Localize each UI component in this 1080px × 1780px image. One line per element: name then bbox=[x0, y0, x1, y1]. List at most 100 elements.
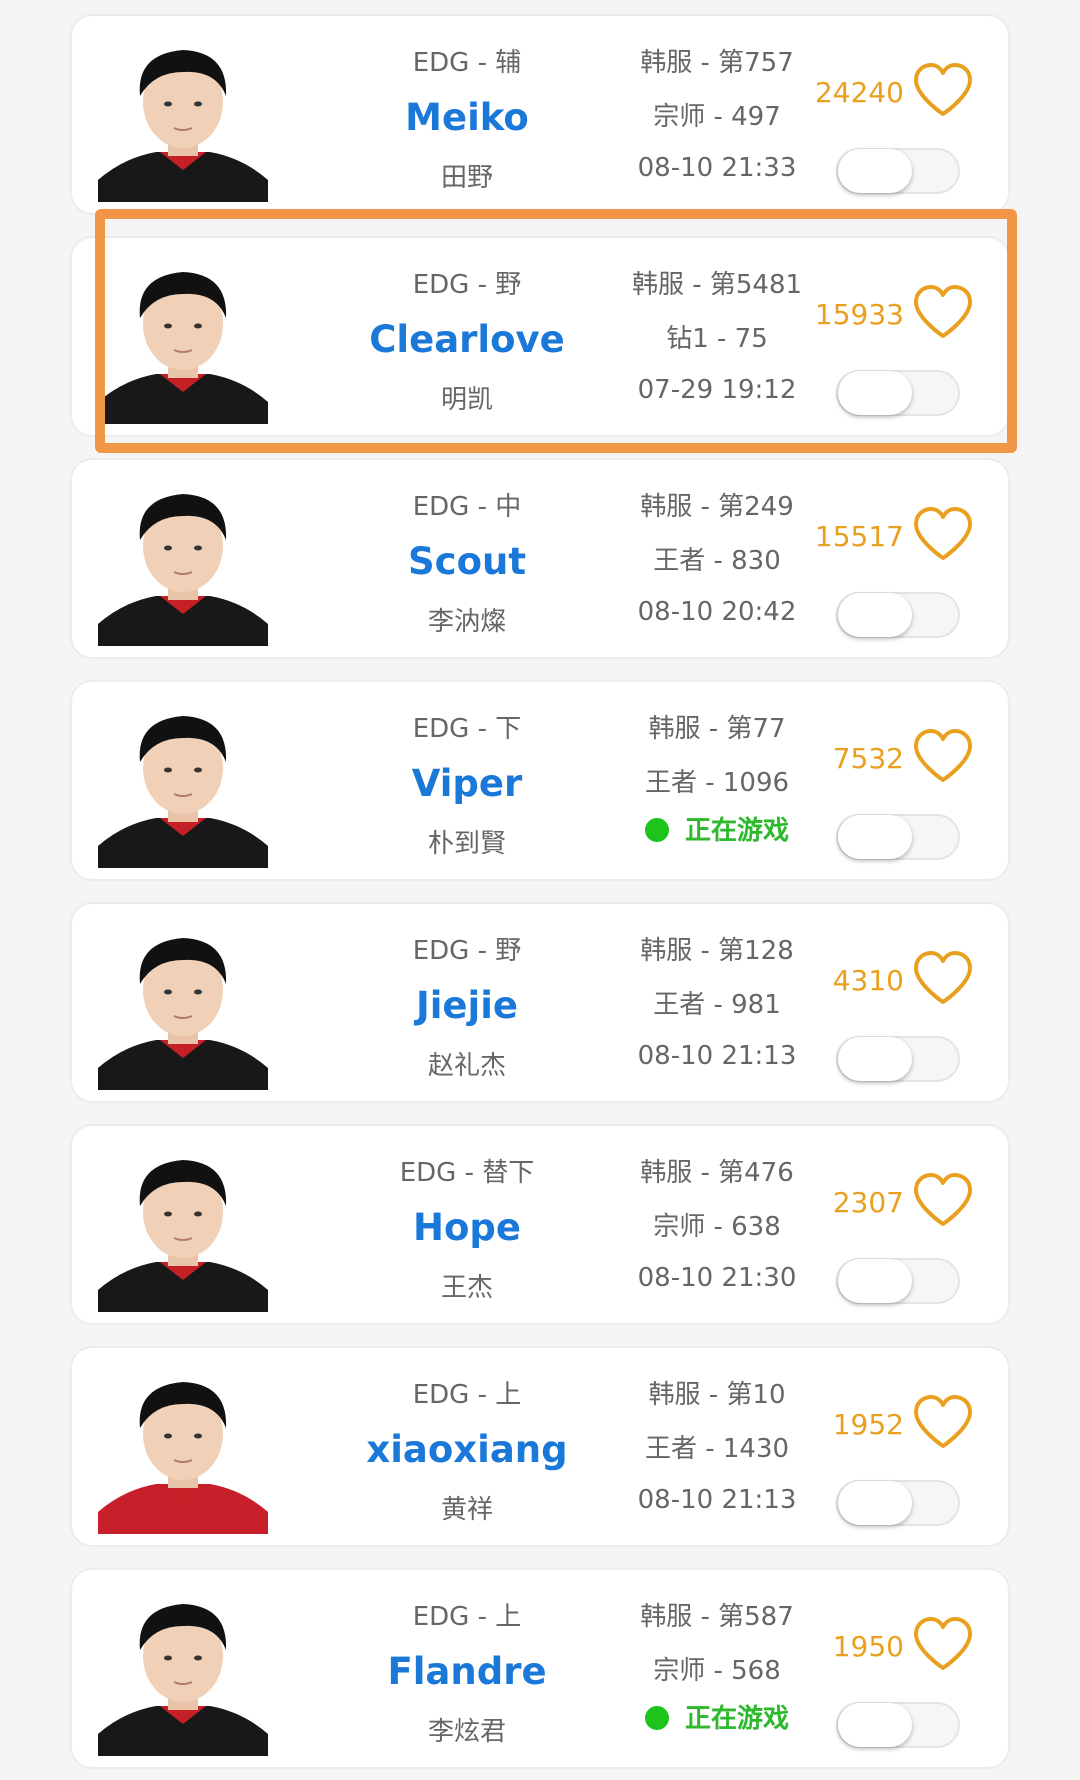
last-game-time: 08-10 21:13 bbox=[637, 1485, 797, 1515]
likes: 4310 bbox=[812, 950, 992, 1010]
player-card: EDG - 中 Scout 李汭燦 韩服 - 第249 王者 - 830 08-10 20… bbox=[70, 458, 1010, 659]
server-rank: 韩服 - 第77 bbox=[648, 714, 786, 744]
player-card: EDG - 上 Flandre 李炫君 韩服 - 第587 宗师 - 568 正在游戏 19… bbox=[70, 1568, 1010, 1769]
tier-points: 王者 - 1096 bbox=[644, 768, 790, 798]
player-card: EDG - 上 xiaoxiang 黄祥 韩服 - 第10 王者 - 1430 08-10… bbox=[70, 1346, 1010, 1547]
player-nickname[interactable]: Viper bbox=[342, 762, 592, 805]
subscribe-toggle[interactable] bbox=[836, 148, 960, 194]
heart-icon[interactable] bbox=[912, 728, 974, 784]
player-info: EDG - 下 Viper 朴到賢 bbox=[342, 682, 592, 879]
player-info: EDG - 替下 Hope 王杰 bbox=[342, 1126, 592, 1323]
heart-icon[interactable] bbox=[912, 950, 974, 1006]
heart-icon[interactable] bbox=[912, 1394, 974, 1450]
subscribe-toggle[interactable] bbox=[836, 592, 960, 638]
player-card: EDG - 野 Jiejie 赵礼杰 韩服 - 第128 王者 - 981 08-10 2… bbox=[70, 902, 1010, 1103]
likes: 2307 bbox=[812, 1172, 992, 1232]
subscribe-toggle[interactable] bbox=[836, 1036, 960, 1082]
player-realname: 明凯 bbox=[440, 385, 493, 415]
player-avatar bbox=[98, 30, 268, 202]
heart-icon[interactable] bbox=[912, 62, 974, 118]
subscribe-toggle[interactable] bbox=[836, 370, 960, 416]
like-count: 15517 bbox=[814, 520, 904, 553]
player-stats: 韩服 - 第757 宗师 - 497 08-10 21:33 bbox=[592, 16, 842, 213]
server-rank: 韩服 - 第10 bbox=[648, 1380, 786, 1410]
live-dot-icon bbox=[644, 1706, 669, 1730]
team-role: EDG - 中 bbox=[412, 492, 522, 522]
player-info: EDG - 中 Scout 李汭燦 bbox=[342, 460, 592, 657]
player-avatar bbox=[98, 918, 268, 1090]
last-game-time: 07-29 19:12 bbox=[637, 375, 797, 405]
live-label: 正在游戏 bbox=[684, 1704, 789, 1734]
server-rank: 韩服 - 第128 bbox=[640, 936, 794, 966]
like-count: 1952 bbox=[832, 1408, 904, 1441]
tier-points: 王者 - 1430 bbox=[644, 1434, 790, 1464]
player-card: EDG - 野 Clearlove 明凯 韩服 - 第5481 钻1 - 75 07-29… bbox=[70, 236, 1010, 437]
tier-points: 王者 - 830 bbox=[653, 546, 781, 576]
likes: 1952 bbox=[812, 1394, 992, 1454]
server-rank: 韩服 - 第587 bbox=[640, 1602, 794, 1632]
last-game-time: 08-10 21:30 bbox=[637, 1263, 797, 1293]
team-role: EDG - 辅 bbox=[412, 48, 522, 78]
server-rank: 韩服 - 第249 bbox=[640, 492, 794, 522]
like-count: 15933 bbox=[814, 298, 904, 331]
player-list: EDG - 辅 Meiko 田野 韩服 - 第757 宗师 - 497 08-10 21:… bbox=[0, 0, 1080, 1780]
tier-points: 宗师 - 568 bbox=[653, 1656, 781, 1686]
tier-points: 王者 - 981 bbox=[653, 990, 781, 1020]
heart-icon[interactable] bbox=[912, 1616, 974, 1672]
server-rank: 韩服 - 第476 bbox=[640, 1158, 794, 1188]
player-avatar bbox=[98, 1584, 268, 1756]
player-stats: 韩服 - 第476 宗师 - 638 08-10 21:30 bbox=[592, 1126, 842, 1323]
toggle-knob bbox=[838, 1037, 912, 1081]
heart-icon[interactable] bbox=[912, 284, 974, 340]
toggle-knob bbox=[838, 1481, 912, 1525]
player-stats: 韩服 - 第128 王者 - 981 08-10 21:13 bbox=[592, 904, 842, 1101]
player-nickname[interactable]: Hope bbox=[342, 1206, 592, 1249]
live-dot-icon bbox=[644, 818, 669, 842]
like-count: 7532 bbox=[832, 742, 904, 775]
player-stats: 韩服 - 第5481 钻1 - 75 07-29 19:12 bbox=[592, 238, 842, 435]
heart-icon[interactable] bbox=[912, 1172, 974, 1228]
player-realname: 李炫君 bbox=[427, 1717, 506, 1747]
player-nickname[interactable]: Jiejie bbox=[342, 984, 592, 1027]
player-avatar bbox=[98, 474, 268, 646]
player-card: EDG - 辅 Meiko 田野 韩服 - 第757 宗师 - 497 08-10 21:… bbox=[70, 14, 1010, 215]
player-nickname[interactable]: Scout bbox=[342, 540, 592, 583]
subscribe-toggle[interactable] bbox=[836, 814, 960, 860]
player-realname: 田野 bbox=[440, 163, 493, 193]
live-status: 正在游戏 bbox=[592, 1698, 842, 1735]
heart-icon[interactable] bbox=[912, 506, 974, 562]
player-nickname[interactable]: Clearlove bbox=[342, 318, 592, 361]
subscribe-toggle[interactable] bbox=[836, 1258, 960, 1304]
toggle-knob bbox=[838, 1703, 912, 1747]
server-rank: 韩服 - 第5481 bbox=[631, 270, 803, 300]
tier-points: 宗师 - 638 bbox=[653, 1212, 781, 1242]
likes: 24240 bbox=[812, 62, 992, 122]
subscribe-toggle[interactable] bbox=[836, 1702, 960, 1748]
likes: 1950 bbox=[812, 1616, 992, 1676]
player-nickname[interactable]: Meiko bbox=[342, 96, 592, 139]
like-count: 4310 bbox=[832, 964, 904, 997]
player-avatar bbox=[98, 1140, 268, 1312]
player-stats: 韩服 - 第587 宗师 - 568 正在游戏 bbox=[592, 1570, 842, 1767]
toggle-knob bbox=[838, 371, 912, 415]
player-avatar bbox=[98, 1362, 268, 1534]
toggle-knob bbox=[838, 149, 912, 193]
server-rank: 韩服 - 第757 bbox=[640, 48, 794, 78]
player-info: EDG - 上 xiaoxiang 黄祥 bbox=[342, 1348, 592, 1545]
player-nickname[interactable]: Flandre bbox=[342, 1650, 592, 1693]
like-count: 24240 bbox=[814, 76, 904, 109]
player-info: EDG - 辅 Meiko 田野 bbox=[342, 16, 592, 213]
toggle-knob bbox=[838, 815, 912, 859]
player-card: EDG - 下 Viper 朴到賢 韩服 - 第77 王者 - 1096 正在游戏 7532 bbox=[70, 680, 1010, 881]
toggle-knob bbox=[838, 593, 912, 637]
likes: 15933 bbox=[812, 284, 992, 344]
subscribe-toggle[interactable] bbox=[836, 1480, 960, 1526]
player-realname: 李汭燦 bbox=[427, 607, 506, 637]
player-nickname[interactable]: xiaoxiang bbox=[342, 1428, 592, 1471]
player-stats: 韩服 - 第249 王者 - 830 08-10 20:42 bbox=[592, 460, 842, 657]
likes: 15517 bbox=[812, 506, 992, 566]
player-stats: 韩服 - 第10 王者 - 1430 08-10 21:13 bbox=[592, 1348, 842, 1545]
like-count: 2307 bbox=[832, 1186, 904, 1219]
player-info: EDG - 野 Jiejie 赵礼杰 bbox=[342, 904, 592, 1101]
player-info: EDG - 野 Clearlove 明凯 bbox=[342, 238, 592, 435]
